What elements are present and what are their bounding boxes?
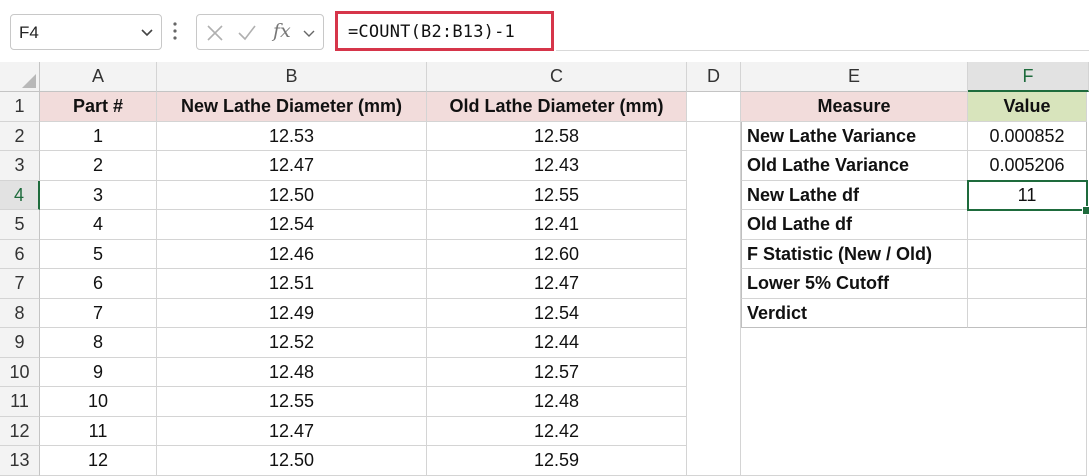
check-icon[interactable] (237, 23, 257, 43)
table-cell[interactable]: 2 (40, 151, 157, 181)
table-cell[interactable]: 12.60 (427, 239, 687, 269)
chevron-down-icon[interactable] (301, 25, 317, 41)
summary-value[interactable] (968, 210, 1087, 240)
empty-cells[interactable] (741, 328, 1087, 476)
table-cell[interactable]: 12.58 (427, 121, 687, 151)
column-header-a[interactable]: A (40, 62, 157, 92)
select-all-button[interactable] (0, 62, 40, 92)
row-header-5[interactable]: 5 (0, 210, 40, 240)
table-cell[interactable]: 9 (40, 357, 157, 387)
table-cell[interactable]: 10 (40, 387, 157, 417)
table-cell[interactable]: 12.46 (157, 239, 427, 269)
table-cell[interactable]: 12.48 (427, 387, 687, 417)
table-header-part[interactable]: Part # (40, 92, 157, 122)
formula-input[interactable]: =COUNT(B2:B13)-1 (335, 11, 554, 51)
table-cell[interactable]: 12.54 (157, 210, 427, 240)
name-box[interactable]: F4 (10, 14, 162, 50)
formula-text: =COUNT(B2:B13)-1 (348, 22, 515, 42)
table-cell[interactable]: 12.51 (157, 269, 427, 299)
column-header-f[interactable]: F (968, 62, 1089, 92)
column-header-c[interactable]: C (427, 62, 687, 92)
row-header-12[interactable]: 12 (0, 416, 40, 446)
row-header-6[interactable]: 6 (0, 239, 40, 269)
table-cell[interactable]: 12.55 (157, 387, 427, 417)
row-header-10[interactable]: 10 (0, 357, 40, 387)
table-cell[interactable]: 12.41 (427, 210, 687, 240)
summary-label[interactable]: Verdict (741, 298, 968, 328)
table-cell[interactable]: 5 (40, 239, 157, 269)
row-header-8[interactable]: 8 (0, 298, 40, 328)
table-cell[interactable]: 8 (40, 328, 157, 358)
table-cell[interactable]: 12.49 (157, 298, 427, 328)
table-cell[interactable]: 12 (40, 446, 157, 476)
table-cell[interactable]: 7 (40, 298, 157, 328)
column-header-b[interactable]: B (157, 62, 427, 92)
table-cell[interactable]: 12.52 (157, 328, 427, 358)
active-cell-selection (967, 179, 1088, 211)
summary-value[interactable] (968, 239, 1087, 269)
row-header-7[interactable]: 7 (0, 269, 40, 299)
table-cell[interactable]: 12.59 (427, 446, 687, 476)
table-cell[interactable]: 12.48 (157, 357, 427, 387)
row-header-2[interactable]: 2 (0, 121, 40, 151)
column-header-e[interactable]: E (741, 62, 968, 92)
table-cell[interactable]: 12.50 (157, 446, 427, 476)
name-box-value: F4 (19, 23, 39, 42)
column-header-d[interactable]: D (687, 62, 741, 92)
row-header-13[interactable]: 13 (0, 446, 40, 476)
table-cell[interactable]: 12.50 (157, 180, 427, 210)
row-header-4[interactable]: 4 (0, 180, 40, 210)
summary-label[interactable]: New Lathe df (741, 180, 968, 210)
summary-label[interactable]: Old Lathe Variance (741, 151, 968, 181)
table-cell[interactable]: 6 (40, 269, 157, 299)
table-cell[interactable]: 1 (40, 121, 157, 151)
row-header-1[interactable]: 1 (0, 92, 40, 122)
table-cell[interactable]: 12.47 (157, 416, 427, 446)
table-header-new-lathe[interactable]: New Lathe Diameter (mm) (157, 92, 427, 122)
select-all-icon (22, 74, 36, 88)
summary-label[interactable]: F Statistic (New / Old) (741, 239, 968, 269)
table-header-old-lathe[interactable]: Old Lathe Diameter (mm) (427, 92, 687, 122)
table-cell[interactable]: 3 (40, 180, 157, 210)
empty-cell[interactable] (687, 92, 741, 122)
table-cell[interactable]: 12.47 (157, 151, 427, 181)
x-icon[interactable] (205, 23, 225, 43)
more-options-icon[interactable] (172, 20, 178, 42)
summary-value[interactable]: 0.005206 (968, 151, 1087, 181)
summary-value[interactable]: 0.000852 (968, 121, 1087, 151)
table-cell[interactable]: 12.54 (427, 298, 687, 328)
summary-label[interactable]: Old Lathe df (741, 210, 968, 240)
chevron-down-icon[interactable] (139, 24, 155, 40)
summary-value[interactable] (968, 269, 1087, 299)
table-cell[interactable]: 12.53 (157, 121, 427, 151)
table-cell[interactable]: 12.47 (427, 269, 687, 299)
table-cell[interactable]: 11 (40, 416, 157, 446)
table-cell[interactable]: 12.55 (427, 180, 687, 210)
table-cell[interactable]: 12.57 (427, 357, 687, 387)
table-cell[interactable]: 12.42 (427, 416, 687, 446)
row-header-3[interactable]: 3 (0, 151, 40, 181)
table-cell[interactable]: 12.43 (427, 151, 687, 181)
fx-icon[interactable]: fx (273, 20, 303, 44)
table-cell[interactable]: 12.44 (427, 328, 687, 358)
summary-header-value[interactable]: Value (968, 92, 1087, 122)
empty-column-d[interactable] (687, 121, 741, 476)
fill-handle[interactable] (1082, 206, 1089, 215)
formula-bar-divider (556, 50, 1089, 51)
formula-bar: F4 fx =COUNT(B2:B13)-1 (0, 0, 1089, 62)
row-header-11[interactable]: 11 (0, 387, 40, 417)
table-cell[interactable]: 4 (40, 210, 157, 240)
summary-label[interactable]: Lower 5% Cutoff (741, 269, 968, 299)
formula-actions: fx (196, 14, 324, 50)
summary-label[interactable]: New Lathe Variance (741, 121, 968, 151)
summary-header-measure[interactable]: Measure (741, 92, 968, 122)
row-header-9[interactable]: 9 (0, 328, 40, 358)
summary-value[interactable] (968, 298, 1087, 328)
